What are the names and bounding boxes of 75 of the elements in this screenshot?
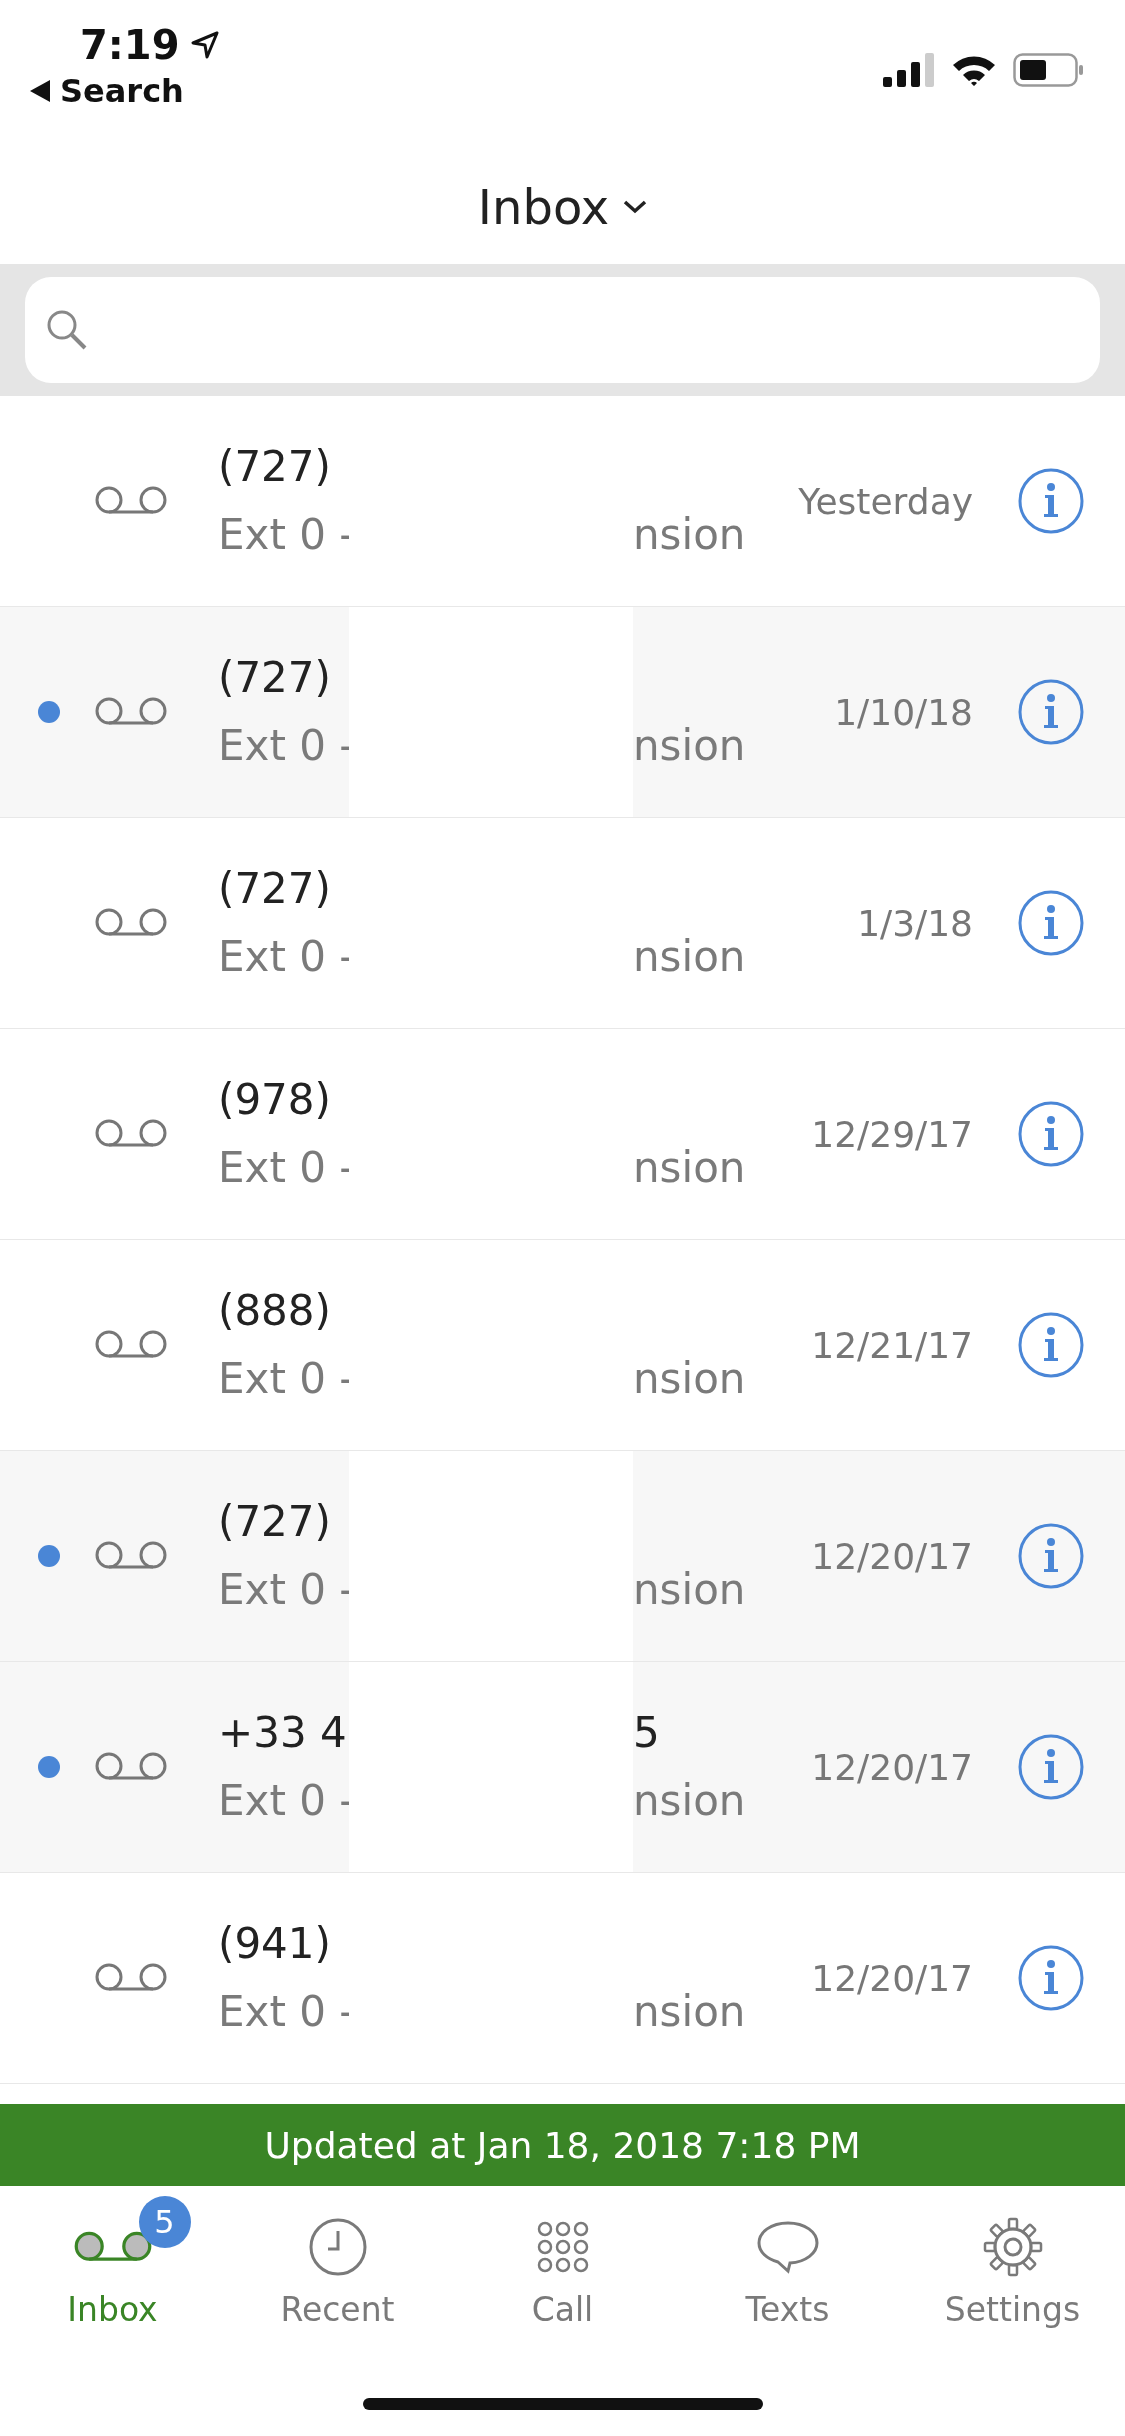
tab-bar-item[interactable]: Call	[450, 2190, 675, 2329]
extension-text: nsion	[633, 932, 747, 982]
message-date: 12/20/17	[811, 1746, 973, 1788]
info-icon	[1017, 889, 1085, 957]
battery-icon	[1013, 53, 1085, 87]
message-date: 12/29/17	[811, 1113, 973, 1155]
count-badge: 5	[138, 2196, 191, 2248]
info-icon	[1017, 1311, 1085, 1379]
settings-icon	[982, 2217, 1043, 2277]
tab-bar-item[interactable]: Settings	[900, 2190, 1125, 2329]
info-button[interactable]	[1017, 1733, 1085, 1801]
voicemail-icon	[94, 485, 168, 517]
extension-text: nsion	[633, 721, 747, 771]
inbox-title-dropdown[interactable]: Inbox	[477, 179, 648, 235]
keypad-icon	[536, 2221, 589, 2273]
extension-text: nsion	[633, 1776, 747, 1826]
info-icon	[1017, 1100, 1085, 1168]
message-date: 1/3/18	[857, 902, 973, 944]
extension-text: nsion	[633, 1143, 747, 1193]
signal-icon	[883, 53, 935, 87]
back-triangle-icon	[30, 80, 50, 102]
info-icon	[1017, 1522, 1085, 1590]
search-field[interactable]	[25, 277, 1100, 383]
caller-number: (941)	[218, 1919, 332, 1969]
info-button[interactable]	[1017, 1522, 1085, 1590]
voicemail-icon	[94, 696, 168, 728]
caller-number: (727)	[218, 864, 332, 914]
caller-number: 5	[633, 1708, 661, 1758]
message-date: 12/21/17	[811, 1324, 973, 1366]
tab-bar-item[interactable]: Texts	[675, 2190, 900, 2329]
back-link[interactable]: Search	[30, 72, 220, 110]
caller-number: (727)	[218, 442, 332, 492]
unread-dot	[38, 701, 60, 723]
update-text: Updated at Jan 18, 2018 7:18 PM	[264, 2124, 861, 2166]
extension-text: nsion	[633, 510, 747, 560]
voicemail-icon	[94, 1962, 168, 1994]
status-time: 7:19	[80, 22, 180, 68]
chat-bubble-icon	[755, 2219, 820, 2275]
unread-dot	[38, 1545, 60, 1567]
clock-icon	[307, 2217, 368, 2277]
message-date: 12/20/17	[811, 1957, 973, 1999]
info-button[interactable]	[1017, 678, 1085, 746]
info-icon	[1017, 1944, 1085, 2012]
location-arrow-icon	[189, 30, 220, 60]
extension-text: nsion	[633, 1987, 747, 2037]
caller-number: (888)	[218, 1286, 332, 1336]
caller-number: (978)	[218, 1075, 332, 1125]
caller-number: (727)	[218, 653, 332, 703]
voicemail-icon	[94, 1751, 168, 1783]
voicemail-icon	[94, 907, 168, 939]
caller-number: +33 4	[218, 1708, 348, 1758]
wifi-icon	[951, 53, 997, 87]
chevron-down-icon	[623, 200, 648, 214]
voicemail-icon	[94, 1329, 168, 1361]
tab-bar-item[interactable]: Recent	[225, 2190, 450, 2329]
voicemail-icon	[94, 1118, 168, 1150]
voicemail-icon	[94, 1540, 168, 1572]
unread-dot	[38, 1756, 60, 1778]
info-icon	[1017, 678, 1085, 746]
extension-text: nsion	[633, 1565, 747, 1615]
voicemail-icon	[72, 2230, 153, 2264]
tab-bar-item[interactable]: 5 Inbox	[0, 2190, 225, 2329]
info-button[interactable]	[1017, 1944, 1085, 2012]
caller-number: (727)	[218, 1497, 332, 1547]
info-button[interactable]	[1017, 467, 1085, 535]
extension-text: nsion	[633, 1354, 747, 1404]
info-button[interactable]	[1017, 1311, 1085, 1379]
info-icon	[1017, 1733, 1085, 1801]
message-date: 1/10/18	[834, 691, 973, 733]
info-button[interactable]	[1017, 1100, 1085, 1168]
message-date: 12/20/17	[811, 1535, 973, 1577]
message-date: Yesterday	[798, 480, 973, 522]
info-button[interactable]	[1017, 889, 1085, 957]
search-icon	[45, 308, 89, 352]
info-icon	[1017, 467, 1085, 535]
